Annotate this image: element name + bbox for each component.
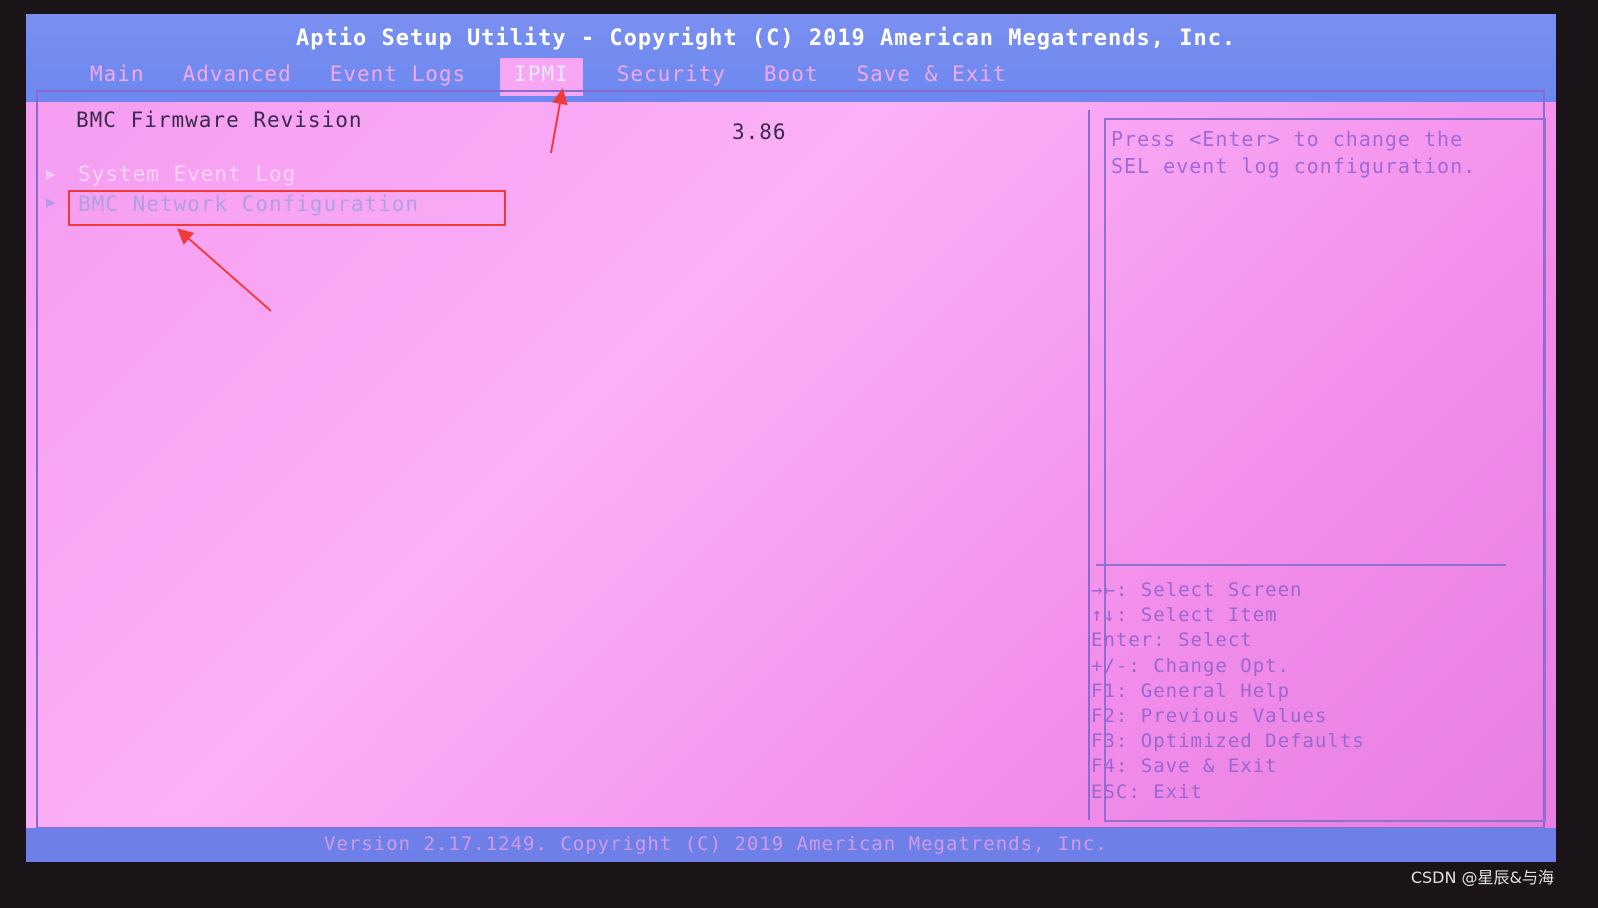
annotation-arrows bbox=[176, 88, 568, 312]
annotation-arrow-icon bbox=[176, 228, 272, 312]
watermark: CSDN @星辰&与海 bbox=[1410, 868, 1554, 887]
annotation-arrow-icon bbox=[550, 88, 568, 154]
